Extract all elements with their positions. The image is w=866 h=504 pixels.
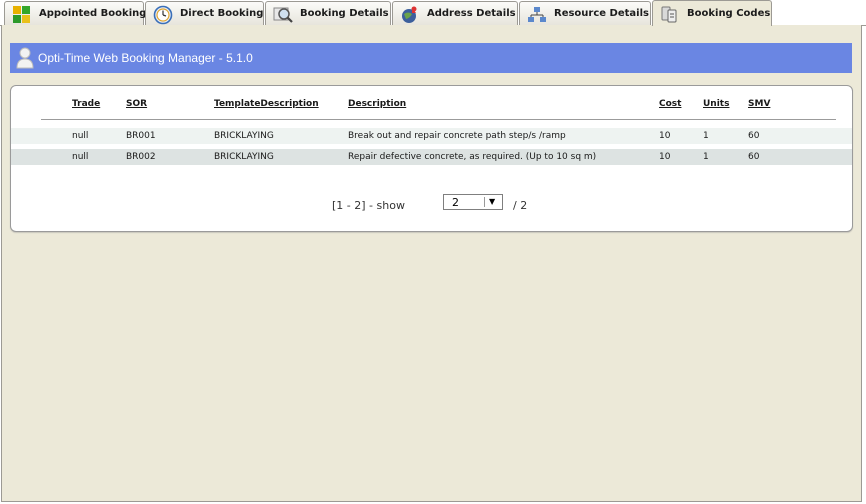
tab-booking-codes[interactable]: Booking Codes (652, 0, 772, 26)
tab-resource-details[interactable]: Resource Details (519, 1, 651, 25)
cell-smv: 60 (748, 131, 760, 141)
column-header-smv[interactable]: SMV (748, 99, 770, 109)
column-header-description[interactable]: Description (348, 99, 406, 109)
grid-colors-icon (11, 5, 31, 23)
tab-label: Address Details (427, 8, 516, 19)
tab-appointed-booking[interactable]: Appointed Booking (4, 1, 147, 25)
pager-range: [1 - 2] - show (332, 199, 405, 212)
app-title: Opti-Time Web Booking Manager - 5.1.0 (38, 51, 253, 65)
tab-label: Resource Details (554, 8, 649, 19)
cell-cost: 10 (659, 152, 671, 162)
magnifier-icon (272, 5, 293, 23)
header-divider (41, 119, 836, 120)
column-header-sor[interactable]: SOR (126, 99, 147, 109)
column-header-units[interactable]: Units (703, 99, 729, 109)
table-row[interactable]: null BR001 BRICKLAYING Break out and rep… (11, 128, 852, 144)
cell-template-description: BRICKLAYING (214, 152, 274, 162)
column-header-cost[interactable]: Cost (659, 99, 681, 109)
column-header-trade[interactable]: Trade (72, 99, 100, 109)
cell-sor: BR002 (126, 152, 156, 162)
codes-icon (659, 4, 679, 23)
tab-booking-details[interactable]: Booking Details (265, 1, 391, 25)
clock-icon (152, 5, 173, 25)
cell-description: Break out and repair concrete path step/… (348, 131, 566, 141)
app-header: Opti-Time Web Booking Manager - 5.1.0 (10, 43, 852, 73)
column-header-template-description[interactable]: TemplateDescription (214, 99, 319, 109)
page-size-select[interactable]: 2 ▼ (443, 194, 503, 210)
tab-label: Booking Details (300, 8, 389, 19)
cell-smv: 60 (748, 152, 760, 162)
cell-units: 1 (703, 152, 709, 162)
cell-sor: BR001 (126, 131, 156, 141)
select-divider (484, 197, 485, 207)
user-icon (15, 46, 35, 70)
page-size-value: 2 (452, 196, 459, 209)
tab-label: Appointed Booking (39, 8, 147, 19)
chevron-down-icon[interactable]: ▼ (489, 197, 495, 206)
cell-units: 1 (703, 131, 709, 141)
tab-label: Booking Codes (687, 8, 771, 19)
booking-codes-card: Trade SOR TemplateDescription Descriptio… (10, 85, 853, 232)
cell-cost: 10 (659, 131, 671, 141)
tab-strip: Appointed Booking Direct Booking Booking… (0, 0, 866, 26)
tab-direct-booking[interactable]: Direct Booking (145, 1, 264, 25)
network-icon (526, 5, 546, 23)
table-row[interactable]: null BR002 BRICKLAYING Repair defective … (11, 149, 852, 165)
tab-label: Direct Booking (180, 8, 264, 19)
pager-total: / 2 (513, 199, 528, 212)
cell-trade: null (72, 131, 89, 141)
tab-address-details[interactable]: Address Details (392, 1, 518, 25)
cell-trade: null (72, 152, 89, 162)
cell-template-description: BRICKLAYING (214, 131, 274, 141)
cell-description: Repair defective concrete, as required. … (348, 152, 597, 162)
globe-pin-icon (399, 5, 419, 23)
